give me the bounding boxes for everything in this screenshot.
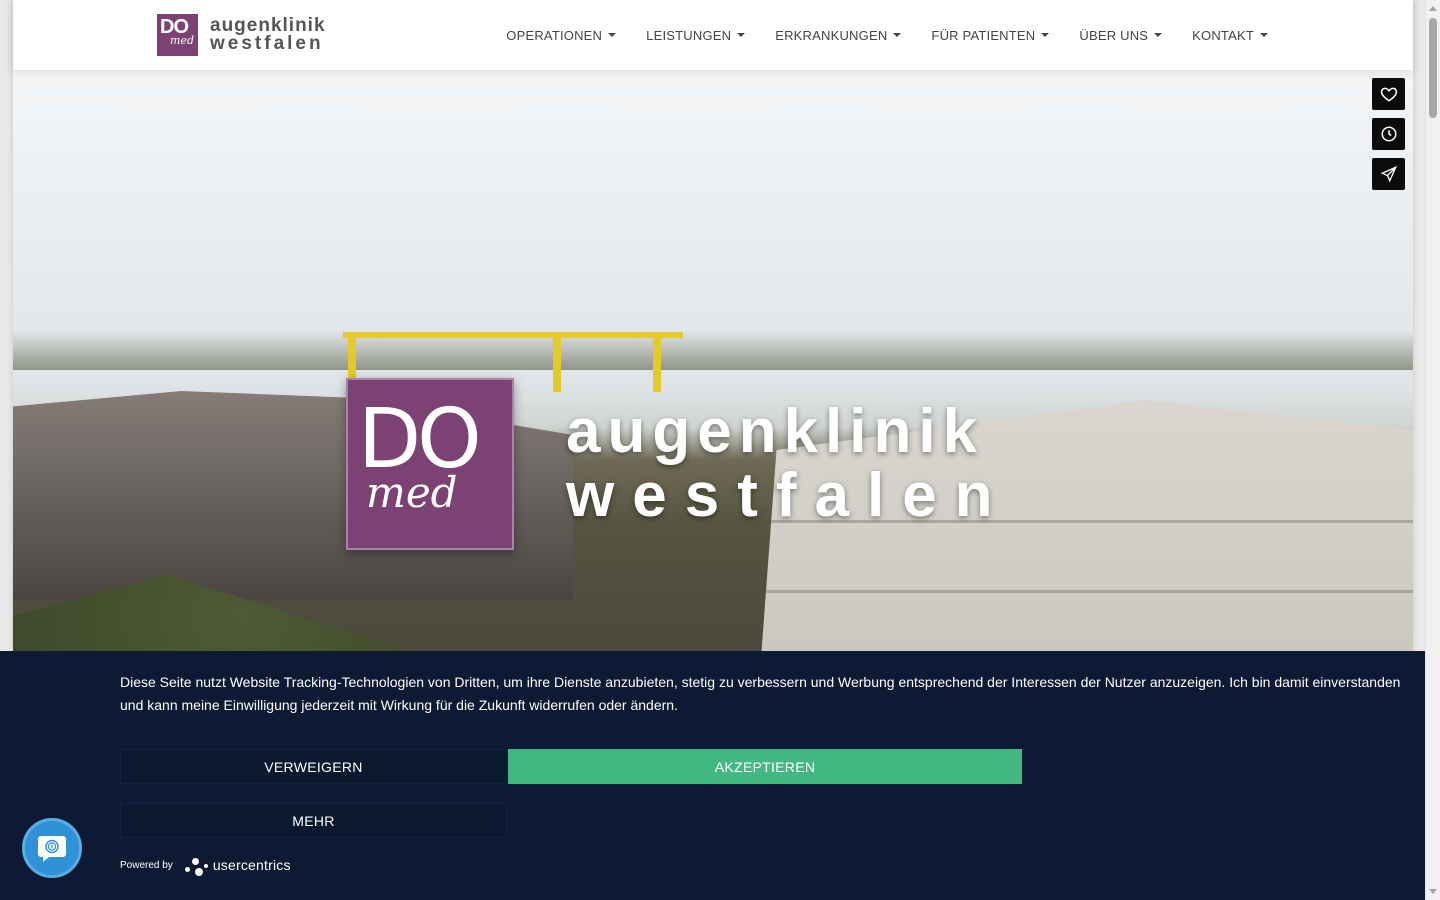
- main-nav: OPERATIONEN LEISTUNGEN ERKRANKUNGEN FÜR …: [476, 0, 1268, 70]
- nav-item-erkrankungen[interactable]: ERKRANKUNGEN: [775, 27, 902, 43]
- logo-mark-med: med: [170, 34, 194, 47]
- nav-item-label: OPERATIONEN: [506, 27, 603, 43]
- favorites-button[interactable]: [1372, 78, 1405, 110]
- building-floor-line: [743, 590, 1413, 593]
- logo-wordmark: augenklinik westfalen: [210, 16, 326, 54]
- scroll-down-arrow-icon[interactable]: [1429, 889, 1437, 894]
- scroll-up-arrow-icon[interactable]: [1429, 6, 1437, 11]
- nav-item-ueber-uns[interactable]: ÜBER UNS: [1079, 27, 1163, 43]
- nav-item-operationen[interactable]: OPERATIONEN: [506, 27, 617, 43]
- hero-horizon: [13, 330, 1413, 370]
- deny-button[interactable]: VERWEIGERN: [120, 749, 507, 784]
- accept-button[interactable]: AKZEPTIEREN: [508, 749, 1022, 784]
- hero-line-2: westfalen: [566, 461, 1011, 530]
- opening-hours-button[interactable]: [1372, 118, 1405, 150]
- send-icon: [1380, 165, 1397, 183]
- powered-by[interactable]: Powered by usercentrics: [120, 854, 291, 876]
- site-header: DO med augenklinik westfalen OPERATIONEN…: [13, 0, 1413, 70]
- nav-item-leistungen[interactable]: LEISTUNGEN: [646, 27, 746, 43]
- fingerprint-chat-icon: [38, 836, 66, 862]
- caret-down-icon: [737, 33, 746, 37]
- nav-item-fuer-patienten[interactable]: FÜR PATIENTEN: [931, 27, 1050, 43]
- logo-line-2: westfalen: [210, 33, 324, 54]
- caret-down-icon: [608, 33, 617, 37]
- cookie-consent-banner: Diese Seite nutzt Website Tracking-Techn…: [0, 651, 1425, 900]
- nav-item-label: ÜBER UNS: [1079, 27, 1149, 43]
- scrollbar-thumb[interactable]: [1429, 18, 1437, 118]
- usercentrics-logo: usercentrics: [184, 854, 291, 876]
- caret-down-icon: [1154, 33, 1163, 37]
- caret-down-icon: [1260, 33, 1268, 37]
- hero-logo-mark: DO med: [346, 378, 514, 550]
- nav-item-label: LEISTUNGEN: [646, 27, 732, 43]
- more-button[interactable]: MEHR: [120, 803, 507, 838]
- powered-by-label: Powered by: [120, 859, 173, 871]
- nav-item-label: ERKRANKUNGEN: [775, 27, 888, 43]
- usercentrics-wordmark: usercentrics: [212, 857, 291, 873]
- contact-send-button[interactable]: [1372, 158, 1405, 190]
- caret-down-icon: [1041, 33, 1050, 37]
- hero-logo-med: med: [366, 468, 458, 517]
- page: DO med augenklinik westfalen OPERATIONEN…: [0, 0, 1425, 900]
- hero-logo: DO med augenklinik westfalen: [346, 378, 1011, 550]
- usercentrics-dots-icon: [184, 854, 211, 876]
- hero-line-1: augenklinik: [566, 397, 985, 466]
- consent-text: Diese Seite nutzt Website Tracking-Techn…: [120, 674, 1401, 713]
- page-scrollbar[interactable]: [1425, 0, 1440, 900]
- hero-wordmark: augenklinik westfalen: [566, 400, 1011, 528]
- nav-item-label: KONTAKT: [1192, 27, 1254, 43]
- heart-icon: [1380, 87, 1397, 102]
- nav-item-label: FÜR PATIENTEN: [931, 27, 1036, 43]
- logo-mark: DO med: [157, 14, 198, 56]
- nav-item-kontakt[interactable]: KONTAKT: [1192, 28, 1268, 43]
- caret-down-icon: [893, 33, 902, 37]
- clock-icon: [1381, 126, 1396, 142]
- privacy-settings-button[interactable]: [22, 818, 82, 878]
- site-logo[interactable]: DO med augenklinik westfalen: [157, 14, 326, 56]
- side-toolbar: [1372, 78, 1405, 198]
